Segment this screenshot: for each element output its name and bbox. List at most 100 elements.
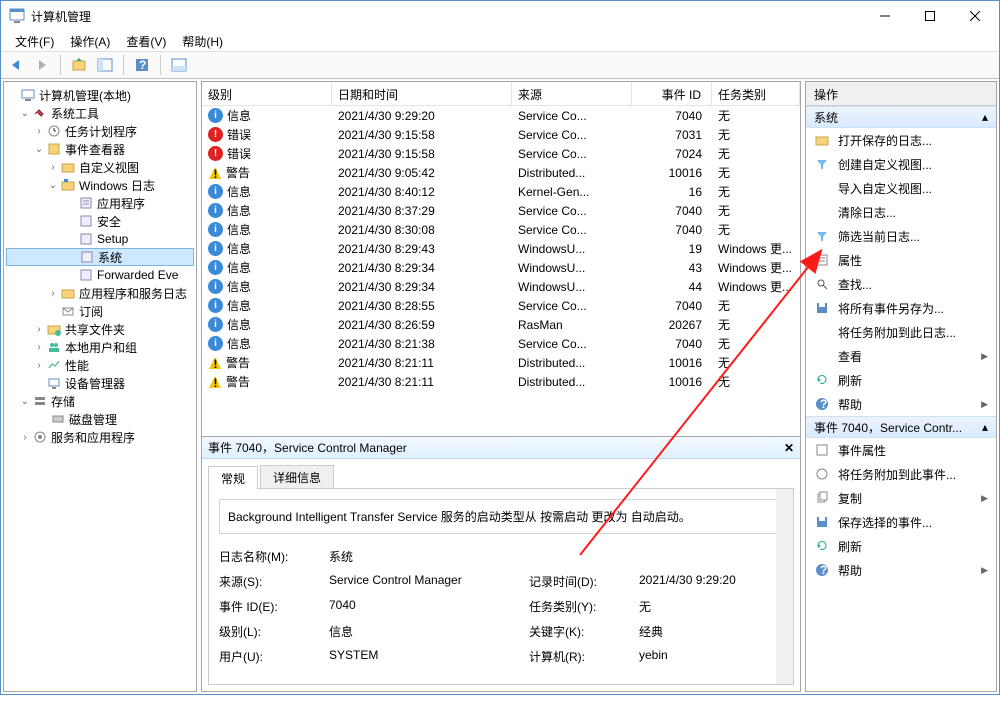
action-save-all-events[interactable]: 将所有事件另存为... xyxy=(806,296,996,320)
tree-system-tools[interactable]: 系统工具 xyxy=(51,105,99,122)
action-attach-task-log[interactable]: 将任务附加到此日志... xyxy=(806,320,996,344)
col-category[interactable]: 任务类别 xyxy=(712,82,800,105)
table-row[interactable]: i信息2021/4/30 8:29:34WindowsU...44Windows… xyxy=(202,277,800,296)
perf-icon xyxy=(46,357,62,373)
lbl-user: 用户(U): xyxy=(219,648,329,665)
table-row[interactable]: i信息2021/4/30 8:37:29Service Co...7040无 xyxy=(202,201,800,220)
refresh-icon xyxy=(814,538,830,554)
show-hide-tree-button[interactable] xyxy=(94,54,116,76)
action-filter-current-log[interactable]: 筛选当前日志... xyxy=(806,224,996,248)
warning-icon: ! xyxy=(208,166,222,180)
val-user: SYSTEM xyxy=(329,648,529,665)
save-icon xyxy=(814,300,830,316)
action-save-selected[interactable]: 保存选择的事件... xyxy=(806,510,996,534)
table-row[interactable]: !错误2021/4/30 9:15:58Service Co...7031无 xyxy=(202,125,800,144)
action-refresh-2[interactable]: 刷新 xyxy=(806,534,996,558)
action-event-properties[interactable]: 事件属性 xyxy=(806,438,996,462)
properties-icon xyxy=(814,252,830,268)
action-group-system[interactable]: 系统▴ xyxy=(806,106,996,128)
table-row[interactable]: i信息2021/4/30 8:21:38Service Co...7040无 xyxy=(202,334,800,353)
table-row[interactable]: !警告2021/4/30 9:05:42Distributed...10016无 xyxy=(202,163,800,182)
tab-general[interactable]: 常规 xyxy=(208,466,258,489)
action-create-custom-view[interactable]: 创建自定义视图... xyxy=(806,152,996,176)
tree-application[interactable]: 应用程序 xyxy=(97,195,145,212)
help-button[interactable]: ? xyxy=(131,54,153,76)
table-row[interactable]: i信息2021/4/30 8:26:59RasMan20267无 xyxy=(202,315,800,334)
tree-storage[interactable]: 存储 xyxy=(51,393,75,410)
menu-help[interactable]: 帮助(H) xyxy=(174,31,231,52)
info-icon: i xyxy=(208,184,223,199)
tree-subscribe[interactable]: 订阅 xyxy=(79,303,103,320)
tree-local-users[interactable]: 本地用户和组 xyxy=(65,339,137,356)
action-view[interactable]: 查看▶ xyxy=(806,344,996,368)
action-properties[interactable]: 属性 xyxy=(806,248,996,272)
tree-setup[interactable]: Setup xyxy=(97,232,128,246)
table-row[interactable]: !警告2021/4/30 8:21:11Distributed...10016无 xyxy=(202,372,800,391)
log-icon xyxy=(78,195,94,211)
log-icon xyxy=(79,249,95,265)
table-row[interactable]: !错误2021/4/30 9:15:58Service Co...7024无 xyxy=(202,144,800,163)
col-level[interactable]: 级别 xyxy=(202,82,332,105)
col-datetime[interactable]: 日期和时间 xyxy=(332,82,512,105)
up-button[interactable] xyxy=(68,54,90,76)
task-icon xyxy=(814,466,830,482)
lbl-source: 来源(S): xyxy=(219,573,329,590)
table-row[interactable]: i信息2021/4/30 8:28:55Service Co...7040无 xyxy=(202,296,800,315)
tree-security[interactable]: 安全 xyxy=(97,213,121,230)
val-computer: yebin xyxy=(639,648,794,665)
action-clear-log[interactable]: 清除日志... xyxy=(806,200,996,224)
col-eventid[interactable]: 事件 ID xyxy=(632,82,712,105)
lbl-logname: 日志名称(M): xyxy=(219,548,329,565)
tree-performance[interactable]: 性能 xyxy=(65,357,89,374)
tree-disk-management[interactable]: 磁盘管理 xyxy=(69,411,117,428)
col-source[interactable]: 来源 xyxy=(512,82,632,105)
action-find[interactable]: 查找... xyxy=(806,272,996,296)
panel-button[interactable] xyxy=(168,54,190,76)
folder-open-icon xyxy=(814,132,830,148)
detail-scrollbar[interactable] xyxy=(776,489,793,684)
tree-device-manager[interactable]: 设备管理器 xyxy=(65,375,125,392)
lbl-taskcat: 任务类别(Y): xyxy=(529,598,639,615)
table-row[interactable]: !警告2021/4/30 8:21:11Distributed...10016无 xyxy=(202,353,800,372)
action-attach-task-event[interactable]: 将任务附加到此事件... xyxy=(806,462,996,486)
table-row[interactable]: i信息2021/4/30 8:29:34WindowsU...43Windows… xyxy=(202,258,800,277)
action-open-saved-log[interactable]: 打开保存的日志... xyxy=(806,128,996,152)
tree-system[interactable]: 系统 xyxy=(98,249,122,266)
menu-file[interactable]: 文件(F) xyxy=(7,31,62,52)
action-help[interactable]: ?帮助▶ xyxy=(806,392,996,416)
table-row[interactable]: i信息2021/4/30 8:30:08Service Co...7040无 xyxy=(202,220,800,239)
action-copy[interactable]: 复制▶ xyxy=(806,486,996,510)
action-group-event[interactable]: 事件 7040，Service Contr...▴ xyxy=(806,416,996,438)
tree-event-viewer[interactable]: 事件查看器 xyxy=(65,141,125,158)
menu-action[interactable]: 操作(A) xyxy=(62,31,118,52)
table-row[interactable]: i信息2021/4/30 9:29:20Service Co...7040无 xyxy=(202,106,800,125)
action-import-custom-view[interactable]: 导入自定义视图... xyxy=(806,176,996,200)
tree-app-service-logs[interactable]: 应用程序和服务日志 xyxy=(79,285,187,302)
error-icon: ! xyxy=(208,146,223,161)
close-button[interactable] xyxy=(952,2,997,30)
val-taskcat: 无 xyxy=(639,598,794,615)
action-help-2[interactable]: ?帮助▶ xyxy=(806,558,996,582)
tree-task-scheduler[interactable]: 任务计划程序 xyxy=(65,123,137,140)
event-list[interactable]: i信息2021/4/30 9:29:20Service Co...7040无!错… xyxy=(202,106,800,436)
action-refresh[interactable]: 刷新 xyxy=(806,368,996,392)
tab-details[interactable]: 详细信息 xyxy=(260,465,334,488)
table-row[interactable]: i信息2021/4/30 8:29:43WindowsU...19Windows… xyxy=(202,239,800,258)
tree-root[interactable]: 计算机管理(本地) xyxy=(39,87,131,104)
winlogs-icon xyxy=(60,177,76,193)
tree-services-apps[interactable]: 服务和应用程序 xyxy=(51,429,135,446)
services-icon xyxy=(32,429,48,445)
detail-close-button[interactable]: ✕ xyxy=(784,441,794,455)
navigation-tree[interactable]: 计算机管理(本地) ⌄系统工具 ›任务计划程序 ⌄事件查看器 ›自定义视图 ⌄W… xyxy=(3,81,197,692)
minimize-button[interactable] xyxy=(862,2,907,30)
maximize-button[interactable] xyxy=(907,2,952,30)
svg-text:?: ? xyxy=(139,58,146,72)
tree-shared-folders[interactable]: 共享文件夹 xyxy=(65,321,125,338)
tree-forwarded[interactable]: Forwarded Eve xyxy=(97,268,178,282)
back-button[interactable] xyxy=(5,54,27,76)
tree-custom-views[interactable]: 自定义视图 xyxy=(79,159,139,176)
tree-windows-logs[interactable]: Windows 日志 xyxy=(79,177,155,194)
menu-view[interactable]: 查看(V) xyxy=(118,31,174,52)
table-row[interactable]: i信息2021/4/30 8:40:12Kernel-Gen...16无 xyxy=(202,182,800,201)
forward-button[interactable] xyxy=(31,54,53,76)
